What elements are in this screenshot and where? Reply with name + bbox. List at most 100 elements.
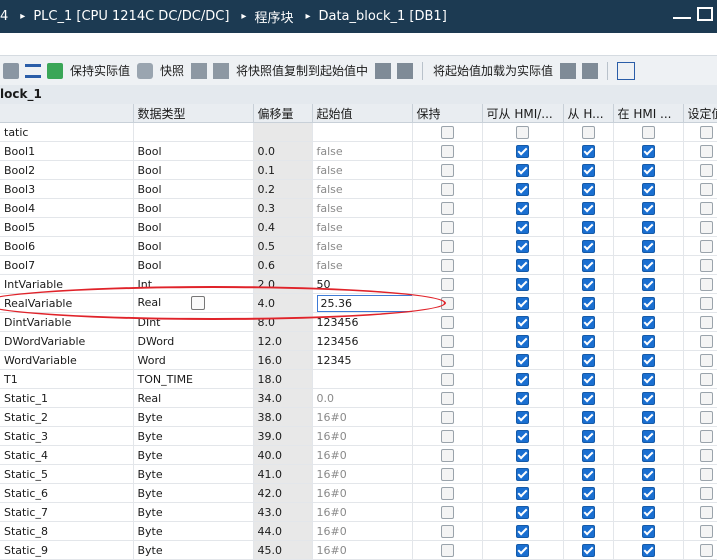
col-start[interactable]: 起始值 [312, 104, 413, 123]
name-cell[interactable]: Bool4 [0, 198, 134, 218]
datatype-cell[interactable]: Int [133, 274, 254, 294]
start-value-cell[interactable]: false [312, 179, 413, 199]
retain-checkbox[interactable] [440, 258, 454, 272]
start-value-cell[interactable]: 50 [312, 274, 413, 294]
hmi-visible-checkbox[interactable] [641, 144, 655, 158]
setpoint-checkbox[interactable] [700, 144, 713, 158]
table-row[interactable]: Static_2 Byte 38.0 16#0 [0, 407, 717, 427]
hmi-visible-checkbox[interactable] [641, 125, 655, 139]
setpoint-checkbox[interactable] [700, 125, 713, 139]
keep-actual-button[interactable]: 保持实际值 [70, 62, 130, 79]
name-cell[interactable]: Static_2 [0, 407, 134, 427]
hmi-visible-checkbox[interactable] [641, 239, 655, 253]
name-cell[interactable]: T1 [0, 369, 134, 389]
restore-icon[interactable] [697, 7, 713, 21]
datatype-cell[interactable]: Byte [133, 521, 254, 541]
hmi-visible-checkbox[interactable] [641, 391, 655, 405]
load-icon-1[interactable] [375, 62, 392, 79]
setpoint-checkbox[interactable] [700, 448, 713, 462]
col-hmi-visible[interactable]: 在 HMI ... [613, 104, 684, 123]
hmi-visible-checkbox[interactable] [641, 353, 655, 367]
hmi-visible-checkbox[interactable] [641, 296, 655, 310]
hmi-from-checkbox[interactable] [581, 505, 595, 519]
datatype-cell[interactable]: Byte [133, 483, 254, 503]
hmi-visible-checkbox[interactable] [641, 448, 655, 462]
hmi-visible-checkbox[interactable] [641, 182, 655, 196]
hmi-visible-checkbox[interactable] [641, 315, 655, 329]
name-cell[interactable]: Static_1 [0, 388, 134, 408]
table-row[interactable]: DintVariable DInt 8.0 123456 [0, 312, 717, 332]
retain-checkbox[interactable] [440, 296, 454, 310]
table-row[interactable]: RealVariable Real 4.0 25.36 [0, 293, 717, 313]
table-row[interactable]: Bool7 Bool 0.6 false [0, 255, 717, 275]
setpoint-checkbox[interactable] [700, 372, 713, 386]
hmi-visible-checkbox[interactable] [641, 258, 655, 272]
hmi-access-checkbox[interactable] [516, 353, 529, 367]
hmi-from-checkbox[interactable] [581, 315, 595, 329]
table-row[interactable]: DWordVariable DWord 12.0 123456 [0, 331, 717, 351]
table-row[interactable]: Static_5 Byte 41.0 16#0 [0, 464, 717, 484]
retain-checkbox[interactable] [440, 467, 454, 481]
copy-snapshot-icon-2[interactable] [213, 62, 230, 79]
table-row[interactable]: Static_7 Byte 43.0 16#0 [0, 502, 717, 522]
list-icon[interactable] [191, 296, 206, 310]
start-value-cell[interactable]: false [312, 217, 413, 237]
name-cell[interactable]: RealVariable [0, 293, 134, 313]
name-cell[interactable]: Static_8 [0, 521, 134, 541]
hmi-visible-checkbox[interactable] [641, 524, 655, 538]
setpoint-checkbox[interactable] [700, 353, 713, 367]
hmi-access-checkbox[interactable] [516, 239, 529, 253]
retain-checkbox[interactable] [440, 391, 454, 405]
hmi-access-checkbox[interactable] [516, 505, 529, 519]
col-name[interactable] [0, 104, 134, 123]
hmi-access-checkbox[interactable] [516, 486, 529, 500]
snapshot-icon[interactable] [137, 62, 154, 79]
retain-checkbox[interactable] [440, 543, 454, 557]
setpoint-checkbox[interactable] [700, 410, 713, 424]
retain-checkbox[interactable] [440, 163, 454, 177]
retain-checkbox[interactable] [440, 505, 454, 519]
datatype-cell[interactable]: DInt [133, 312, 254, 332]
name-cell[interactable]: Bool2 [0, 160, 134, 180]
name-cell[interactable]: Static_7 [0, 502, 134, 522]
datatype-cell[interactable]: Byte [133, 540, 254, 560]
name-cell[interactable]: Bool3 [0, 179, 134, 199]
hmi-visible-checkbox[interactable] [641, 505, 655, 519]
retain-checkbox[interactable] [440, 144, 454, 158]
datatype-cell[interactable]: Bool [133, 198, 254, 218]
breadcrumb-blocks[interactable]: 程序块 [254, 7, 297, 26]
start-value-cell[interactable]: 0.0 [312, 388, 413, 408]
hmi-from-checkbox[interactable] [581, 410, 595, 424]
hmi-visible-checkbox[interactable] [641, 372, 655, 386]
retain-checkbox[interactable] [440, 182, 454, 196]
datatype-cell[interactable]: Byte [133, 502, 254, 522]
table-row[interactable]: Bool2 Bool 0.1 false [0, 160, 717, 180]
start-value-cell[interactable]: false [312, 141, 413, 161]
table-row[interactable]: T1 TON_TIME 18.0 [0, 369, 717, 389]
hmi-from-checkbox[interactable] [581, 182, 595, 196]
start-value-cell[interactable]: false [312, 160, 413, 180]
minimize-icon[interactable] [673, 7, 691, 19]
hmi-access-checkbox[interactable] [516, 448, 529, 462]
hmi-access-checkbox[interactable] [516, 201, 529, 215]
hmi-visible-checkbox[interactable] [641, 201, 655, 215]
start-value-cell[interactable]: 16#0 [312, 483, 413, 503]
hmi-from-checkbox[interactable] [581, 163, 595, 177]
start-value-cell[interactable]: false [312, 236, 413, 256]
datatype-cell[interactable]: Byte [133, 445, 254, 465]
start-value-cell[interactable]: 123456 [312, 331, 413, 351]
hmi-visible-checkbox[interactable] [641, 467, 655, 481]
hmi-access-checkbox[interactable] [516, 182, 529, 196]
start-value-input[interactable]: 25.36 [316, 294, 411, 312]
setpoint-checkbox[interactable] [700, 277, 713, 291]
table-row[interactable]: Static_1 Real 34.0 0.0 [0, 388, 717, 408]
retain-checkbox[interactable] [440, 315, 454, 329]
datatype-cell[interactable]: Bool [133, 236, 254, 256]
setpoint-checkbox[interactable] [700, 467, 713, 481]
name-cell[interactable]: WordVariable [0, 350, 134, 370]
hmi-visible-checkbox[interactable] [641, 543, 655, 557]
hmi-visible-checkbox[interactable] [641, 410, 655, 424]
hmi-access-checkbox[interactable] [516, 429, 529, 443]
table-row[interactable]: WordVariable Word 16.0 12345 [0, 350, 717, 370]
setpoint-checkbox[interactable] [700, 163, 713, 177]
